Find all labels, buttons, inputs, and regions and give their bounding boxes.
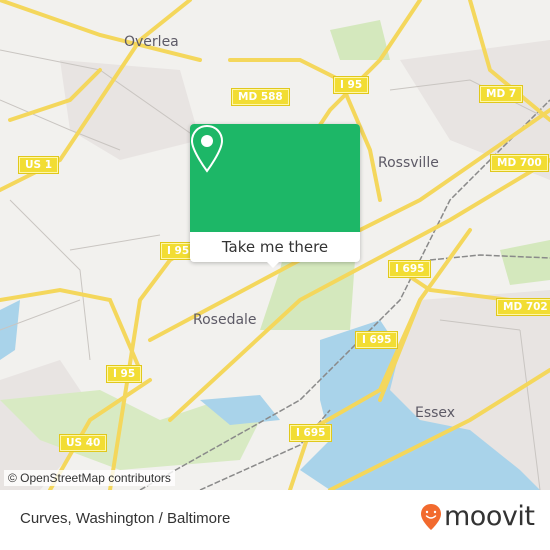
popup-pointer [265,260,281,268]
road-shield-i-95: I 95 [332,76,370,94]
popup-header [190,124,360,232]
moovit-smile-pin-icon [421,503,441,530]
map-canvas[interactable]: Overlea Rossville Rosedale Essex MD 588 … [0,0,550,490]
location-popup: Take me there [190,124,360,268]
road-shield-md-700: MD 700 [490,154,549,172]
water-body [0,300,20,360]
road-shield-us-40: US 40 [58,434,108,452]
moovit-wordmark: moovit [444,501,535,532]
park-area [330,20,390,60]
road-shield-i-695: I 695 [387,260,432,278]
road-shield-md-702: MD 702 [496,298,550,316]
take-me-there-button[interactable]: Take me there [190,232,360,262]
place-label-essex: Essex [415,405,456,421]
road-shield-i-695: I 695 [288,424,333,442]
location-title: Curves, Washington / Baltimore [20,510,231,527]
place-label-rosedale: Rosedale [193,312,257,328]
road-shield-md-588: MD 588 [231,88,290,106]
road-shield-i-95: I 95 [105,365,143,383]
road-shield-md-7: MD 7 [478,85,524,103]
place-label-overlea: Overlea [124,34,179,50]
map-attribution[interactable]: © OpenStreetMap contributors [4,470,175,486]
map-pin-icon [190,124,224,173]
urban-area [60,60,200,160]
moovit-logo[interactable]: moovit [420,501,535,532]
place-label-rossville: Rossville [378,155,439,171]
road-shield-us-1: US 1 [17,156,60,174]
road-shield-i-695: I 695 [354,331,399,349]
park-area [500,240,550,285]
footer-bar: Curves, Washington / Baltimore moovit [0,490,550,550]
